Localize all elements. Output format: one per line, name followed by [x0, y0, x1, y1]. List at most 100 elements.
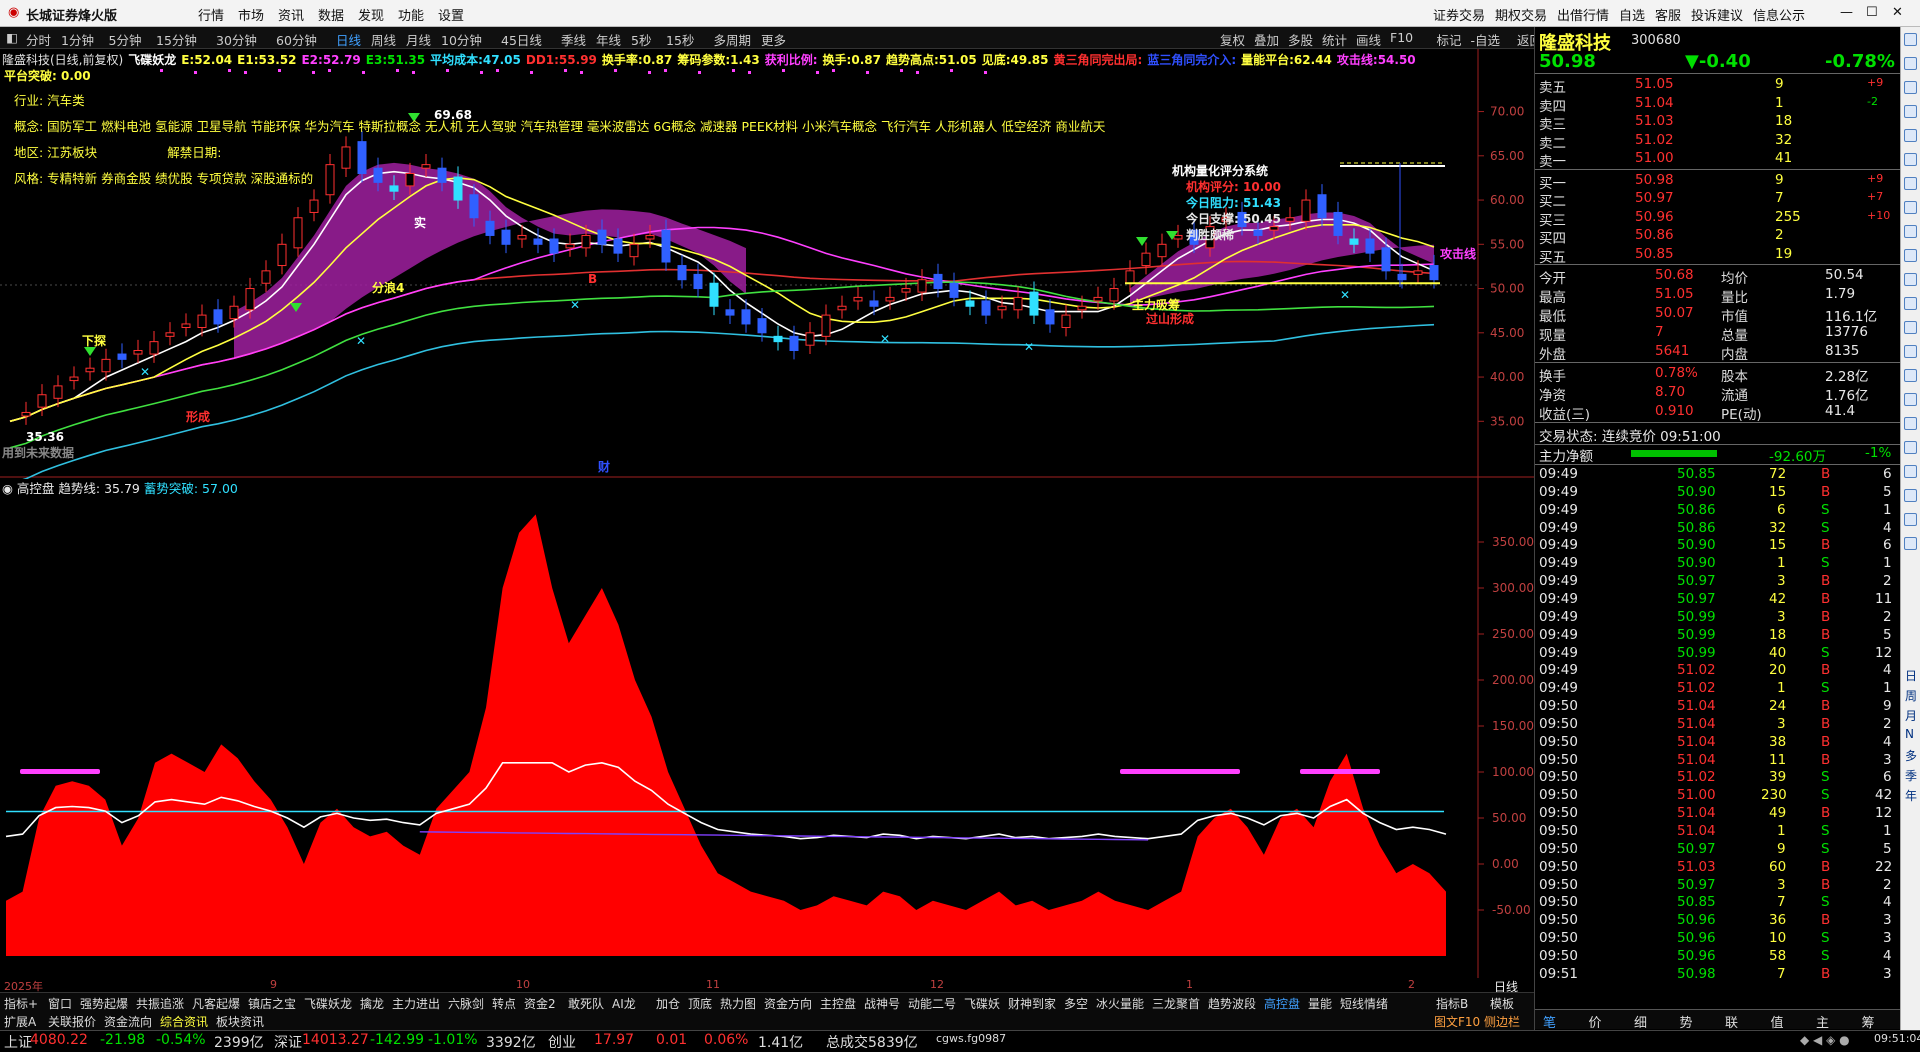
period-tab-14[interactable]: 15秒 — [666, 30, 694, 49]
period-tab-4[interactable]: 30分钟 — [216, 30, 257, 49]
panel-tab-1[interactable]: 价 — [1589, 1012, 1602, 1031]
menu-0[interactable]: 行情 — [198, 5, 224, 24]
sidebar-period-5[interactable]: 季 — [1905, 767, 1917, 784]
chart-tool-3[interactable]: 统计 — [1322, 30, 1347, 49]
menu-5[interactable]: 功能 — [398, 5, 424, 24]
top-right-menu-4[interactable]: 客服 — [1655, 5, 1681, 24]
indicator-tab-12[interactable]: 敢死队 — [568, 995, 604, 1012]
close-icon[interactable]: ✕ — [1892, 5, 1903, 20]
indicator-tab-28[interactable]: 量能 — [1308, 995, 1332, 1012]
indicator-tab-22[interactable]: 财神到家 — [1008, 995, 1056, 1012]
indicator-tab-13[interactable]: AI龙 — [612, 995, 636, 1012]
sidebar-period-0[interactable]: 日 — [1905, 667, 1917, 684]
period-tab-7[interactable]: 周线 — [371, 30, 396, 49]
sidebar-tool-icon[interactable] — [1904, 225, 1917, 238]
sidebar-tool-icon[interactable] — [1904, 129, 1917, 142]
minimize-icon[interactable]: — — [1840, 5, 1853, 20]
panel-tab-5[interactable]: 值 — [1771, 1012, 1784, 1031]
bell-icon[interactable]: ◆ ◀ ◈ ● — [1800, 1033, 1850, 1047]
indicator-tab-8[interactable]: 主力进出 — [392, 995, 440, 1012]
chart-tool-0[interactable]: 复权 — [1220, 30, 1245, 49]
period-tab-8[interactable]: 月线 — [406, 30, 431, 49]
top-right-menu-1[interactable]: 期权交易 — [1495, 5, 1547, 24]
sidebar-tool-icon[interactable] — [1904, 249, 1917, 262]
f10-sidebar-tab[interactable]: 图文F10 侧边栏 — [1434, 1013, 1520, 1030]
period-tab-6[interactable]: 日线 — [336, 30, 361, 49]
sidebar-tool-icon[interactable] — [1904, 57, 1917, 70]
indicator-tab-26[interactable]: 趋势波段 — [1208, 995, 1256, 1012]
indicator-chart[interactable]: 350.00 300.00 250.00 200.00 150.00 100.00 50.0… — [0, 476, 1534, 978]
chart-tool-1[interactable]: 叠加 — [1254, 30, 1279, 49]
sidebar-tool-icon[interactable] — [1904, 441, 1917, 454]
sub-tab-4[interactable]: 板块资讯 — [216, 1013, 264, 1030]
indicator-tab-9[interactable]: 六脉剑 — [448, 995, 484, 1012]
menu-4[interactable]: 发现 — [358, 5, 384, 24]
sidebar-tool-icon[interactable] — [1904, 417, 1917, 430]
menu-2[interactable]: 资讯 — [278, 5, 304, 24]
period-tab-1[interactable]: 1分钟 — [61, 30, 94, 49]
sidebar-period-1[interactable]: 周 — [1905, 687, 1917, 704]
sidebar-tool-icon[interactable] — [1904, 33, 1917, 46]
menu-toggle-icon[interactable]: ◧ — [6, 30, 18, 45]
chart-tool-5[interactable]: F10 — [1390, 30, 1413, 45]
sidebar-tool-icon[interactable] — [1904, 105, 1917, 118]
indicator-tab-15[interactable]: 顶底 — [688, 995, 712, 1012]
indicator-tab-5[interactable]: 镇店之宝 — [248, 995, 296, 1012]
sub-tab-1[interactable]: 关联报价 — [48, 1013, 96, 1030]
sidebar-tool-icon[interactable] — [1904, 321, 1917, 334]
indicator-tab-6[interactable]: 飞碟妖龙 — [304, 995, 352, 1012]
chart-tool-7[interactable]: -自选 — [1471, 30, 1501, 49]
indicator-tab-21[interactable]: 飞碟妖 — [964, 995, 1000, 1012]
indicator-tab-2[interactable]: 强势起爆 — [80, 995, 128, 1012]
top-right-menu-5[interactable]: 投诉建议 — [1691, 5, 1743, 24]
indicator-tab-11[interactable]: 资金2 — [524, 995, 556, 1012]
indicator-b-tab[interactable]: 指标B — [1436, 995, 1468, 1012]
top-right-menu-6[interactable]: 信息公示 — [1753, 5, 1805, 24]
indicator-tab-1[interactable]: 窗口 — [48, 995, 72, 1012]
sidebar-tool-icon[interactable] — [1904, 345, 1917, 358]
indicator-tab-4[interactable]: 凡客起爆 — [192, 995, 240, 1012]
period-tab-10[interactable]: 45日线 — [501, 30, 542, 49]
top-right-menu-3[interactable]: 自选 — [1619, 5, 1645, 24]
sidebar-tool-icon[interactable] — [1904, 81, 1917, 94]
collapse-icon[interactable]: ◉ — [2, 481, 13, 496]
panel-tab-7[interactable]: 筹 — [1862, 1012, 1875, 1031]
indicator-tab-0[interactable]: 指标+ — [4, 995, 38, 1012]
period-tab-5[interactable]: 60分钟 — [276, 30, 317, 49]
top-right-menu-0[interactable]: 证券交易 — [1433, 5, 1485, 24]
menu-1[interactable]: 市场 — [238, 5, 264, 24]
menu-3[interactable]: 数据 — [318, 5, 344, 24]
sidebar-tool-icon[interactable] — [1904, 177, 1917, 190]
sidebar-tool-icon[interactable] — [1904, 393, 1917, 406]
indicator-tab-10[interactable]: 转点 — [492, 995, 516, 1012]
period-tab-15[interactable]: 多周期 — [714, 30, 752, 49]
indicator-tab-18[interactable]: 主控盘 — [820, 995, 856, 1012]
top-right-menu-2[interactable]: 出借行情 — [1557, 5, 1609, 24]
panel-tab-6[interactable]: 主 — [1816, 1012, 1829, 1031]
sidebar-tool-icon[interactable] — [1904, 465, 1917, 478]
indicator-tab-29[interactable]: 短线情绪 — [1340, 995, 1388, 1012]
period-tab-0[interactable]: 分时 — [26, 30, 51, 49]
panel-tab-2[interactable]: 细 — [1634, 1012, 1647, 1031]
period-tab-3[interactable]: 15分钟 — [156, 30, 197, 49]
chart-tool-2[interactable]: 多股 — [1288, 30, 1313, 49]
sidebar-period-2[interactable]: 月 — [1905, 707, 1917, 724]
indicator-tab-3[interactable]: 共振追涨 — [136, 995, 184, 1012]
sidebar-tool-icon[interactable] — [1904, 537, 1917, 550]
indicator-tab-24[interactable]: 冰火量能 — [1096, 995, 1144, 1012]
period-tab-2[interactable]: 5分钟 — [109, 30, 142, 49]
sidebar-tool-icon[interactable] — [1904, 489, 1917, 502]
indicator-tab-17[interactable]: 资金方向 — [764, 995, 812, 1012]
sidebar-tool-icon[interactable] — [1904, 201, 1917, 214]
indicator-tab-14[interactable]: 加仓 — [656, 995, 680, 1012]
chart-tool-6[interactable]: 标记 — [1437, 30, 1462, 49]
period-tab-12[interactable]: 年线 — [596, 30, 621, 49]
sidebar-tool-icon[interactable] — [1904, 297, 1917, 310]
sidebar-tool-icon[interactable] — [1904, 369, 1917, 382]
sidebar-period-6[interactable]: 年 — [1905, 787, 1917, 804]
indicator-tab-16[interactable]: 热力图 — [720, 995, 756, 1012]
period-tab-11[interactable]: 季线 — [561, 30, 586, 49]
sub-tab-3[interactable]: 综合资讯 — [160, 1013, 208, 1030]
period-tab-16[interactable]: 更多 — [761, 30, 786, 49]
sidebar-tool-icon[interactable] — [1904, 153, 1917, 166]
